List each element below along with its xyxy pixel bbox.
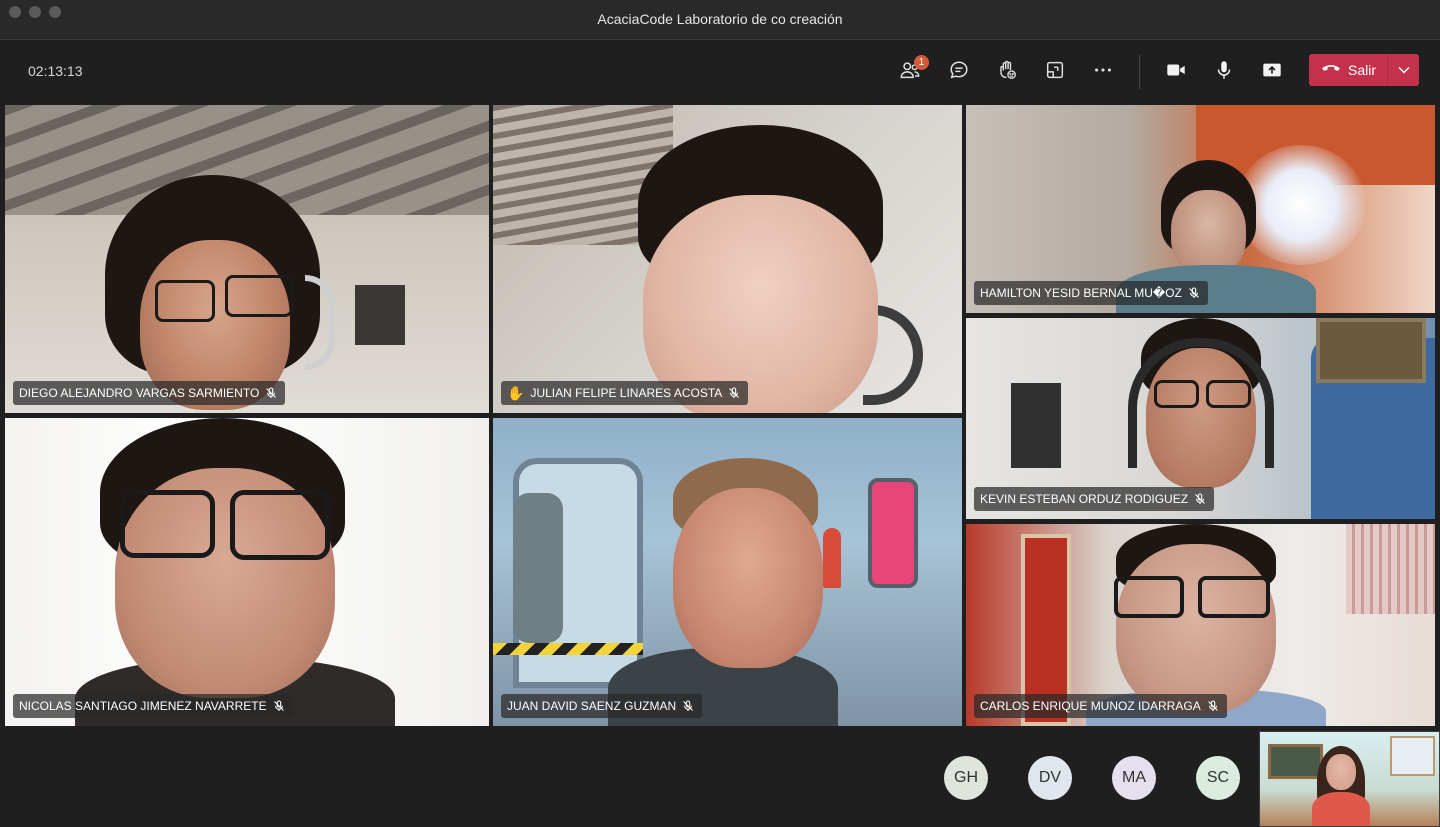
raised-hand-icon: ✋ bbox=[507, 385, 525, 401]
person-face bbox=[673, 488, 823, 668]
mic-off-icon bbox=[1188, 287, 1200, 299]
video-tile-kevin[interactable]: KEVIN ESTEBAN ORDUZ RODIGUEZ bbox=[966, 318, 1435, 519]
camera-toggle-button[interactable] bbox=[1161, 57, 1191, 87]
lava-tube bbox=[868, 478, 918, 588]
share-screen-button[interactable] bbox=[1257, 57, 1287, 87]
participant-name-tag: ✋ JULIAN FELIPE LINARES ACOSTA bbox=[501, 381, 749, 405]
participant-name-tag: KEVIN ESTEBAN ORDUZ RODIGUEZ bbox=[974, 487, 1215, 511]
participant-name-tag: HAMILTON YESID BERNAL MU�OZ bbox=[974, 281, 1208, 305]
glasses-right bbox=[1206, 380, 1251, 408]
more-actions-button[interactable] bbox=[1088, 57, 1118, 87]
person-face bbox=[1116, 544, 1276, 714]
headphones bbox=[1128, 338, 1274, 468]
participant-name-tag: CARLOS ENRIQUE MUNOZ IDARRAGA bbox=[974, 694, 1227, 718]
person-face bbox=[1326, 754, 1356, 790]
mic-off-icon bbox=[728, 387, 740, 399]
participants-count-badge: 1 bbox=[914, 55, 929, 70]
lab-robot bbox=[513, 493, 563, 643]
self-view-video[interactable] bbox=[1259, 731, 1440, 827]
meeting-toolbar: 02:13:13 1 Salir bbox=[0, 41, 1440, 103]
mic-off-icon bbox=[265, 387, 277, 399]
raise-hand-icon bbox=[996, 59, 1018, 86]
rocket bbox=[823, 528, 841, 588]
participant-name-tag: JUAN DAVID SAENZ GUZMAN bbox=[501, 694, 703, 718]
share-tray-icon bbox=[1044, 59, 1066, 86]
wall-painting bbox=[1316, 318, 1426, 383]
microphone-icon bbox=[1213, 59, 1235, 86]
leave-options-dropdown[interactable] bbox=[1388, 54, 1419, 86]
participant-name-tag: DIEGO ALEJANDRO VARGAS SARMIENTO bbox=[13, 381, 286, 405]
glasses-right bbox=[230, 490, 330, 560]
video-tile-julian[interactable]: ✋ JULIAN FELIPE LINARES ACOSTA bbox=[493, 105, 962, 413]
participant-name: HAMILTON YESID BERNAL MU�OZ bbox=[980, 286, 1182, 300]
share-tray-button[interactable] bbox=[1040, 57, 1070, 87]
chalkboard bbox=[1268, 744, 1323, 779]
video-tile-carlos[interactable]: CARLOS ENRIQUE MUNOZ IDARRAGA bbox=[966, 524, 1435, 726]
video-tile-juan-david[interactable]: JUAN DAVID SAENZ GUZMAN bbox=[493, 418, 962, 726]
leave-main-area[interactable]: Salir bbox=[1309, 54, 1387, 86]
participant-avatar-sc[interactable]: SC bbox=[1196, 756, 1240, 800]
window-title: AcaciaCode Laboratorio de co creación bbox=[597, 11, 843, 27]
glasses-right bbox=[1198, 576, 1270, 618]
person-shirt bbox=[1312, 792, 1370, 826]
wall-picture bbox=[355, 285, 405, 345]
participant-name: KEVIN ESTEBAN ORDUZ RODIGUEZ bbox=[980, 492, 1189, 506]
mic-off-icon bbox=[273, 700, 285, 712]
chat-button[interactable] bbox=[944, 57, 974, 87]
participant-name: NICOLAS SANTIAGO JIMENEZ NAVARRETE bbox=[19, 699, 267, 713]
participant-avatar-gh[interactable]: GH bbox=[944, 756, 988, 800]
glasses-left bbox=[155, 280, 215, 322]
mic-off-icon bbox=[1207, 700, 1219, 712]
reactions-button[interactable] bbox=[992, 57, 1022, 87]
share-screen-icon bbox=[1261, 59, 1283, 86]
glasses-left bbox=[1114, 576, 1184, 618]
glasses-left bbox=[1154, 380, 1199, 408]
video-tile-nicolas[interactable]: NICOLAS SANTIAGO JIMENEZ NAVARRETE bbox=[5, 418, 489, 726]
participant-name: CARLOS ENRIQUE MUNOZ IDARRAGA bbox=[980, 699, 1201, 713]
person-face bbox=[1171, 190, 1246, 275]
participant-avatar-dv[interactable]: DV bbox=[1028, 756, 1072, 800]
participant-name-tag: NICOLAS SANTIAGO JIMENEZ NAVARRETE bbox=[13, 694, 293, 718]
curtain bbox=[1346, 524, 1435, 614]
participant-name: JULIAN FELIPE LINARES ACOSTA bbox=[530, 386, 723, 400]
classroom-window bbox=[1390, 736, 1435, 776]
speaker bbox=[1011, 383, 1061, 468]
participant-name: JUAN DAVID SAENZ GUZMAN bbox=[507, 699, 677, 713]
camera-icon bbox=[1165, 59, 1187, 86]
meeting-timer: 02:13:13 bbox=[28, 63, 83, 79]
leave-meeting-button[interactable]: Salir bbox=[1309, 54, 1419, 86]
video-tile-diego[interactable]: DIEGO ALEJANDRO VARGAS SARMIENTO bbox=[5, 105, 489, 413]
window-titlebar: AcaciaCode Laboratorio de co creación bbox=[0, 0, 1440, 40]
mic-off-icon bbox=[1194, 493, 1206, 505]
leave-label: Salir bbox=[1348, 62, 1377, 78]
chevron-down-icon bbox=[1397, 61, 1410, 79]
headphones bbox=[305, 275, 335, 370]
glasses-left bbox=[120, 490, 215, 558]
hazard-stripe bbox=[493, 643, 643, 655]
chat-icon bbox=[948, 59, 970, 86]
phone-hangup-icon bbox=[1321, 61, 1348, 80]
more-icon bbox=[1092, 59, 1114, 86]
mic-off-icon bbox=[682, 700, 694, 712]
participant-name: DIEGO ALEJANDRO VARGAS SARMIENTO bbox=[19, 386, 260, 400]
microphone-toggle-button[interactable] bbox=[1209, 57, 1239, 87]
participants-button[interactable]: 1 bbox=[895, 55, 929, 87]
glasses-right bbox=[225, 275, 293, 317]
toolbar-divider bbox=[1139, 55, 1140, 89]
video-tile-hamilton[interactable]: HAMILTON YESID BERNAL MU�OZ bbox=[966, 105, 1435, 313]
participant-avatar-ma[interactable]: MA bbox=[1112, 756, 1156, 800]
